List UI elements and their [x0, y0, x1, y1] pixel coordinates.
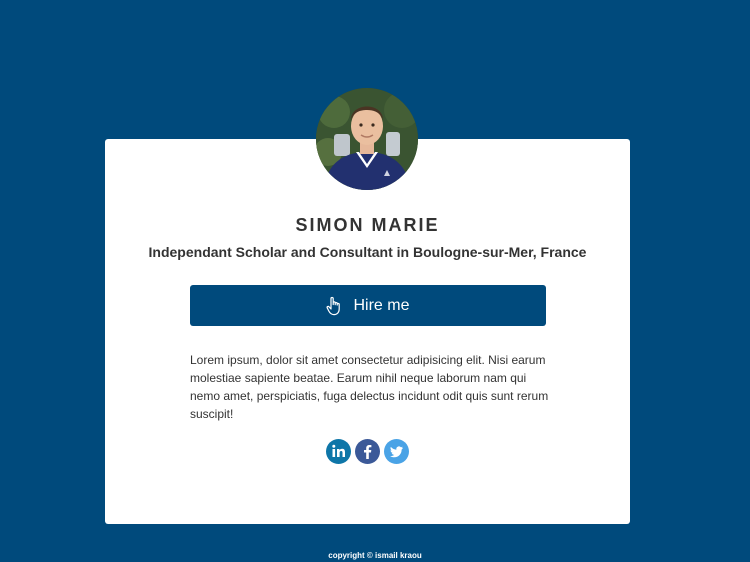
twitter-link[interactable]: [384, 439, 409, 464]
footer-copyright: copyright © ismail kraou: [328, 551, 422, 560]
profile-name: SIMON MARIE: [295, 215, 440, 235]
bio-text: Lorem ipsum, dolor sit amet consectetur …: [190, 353, 549, 421]
social-links: [105, 439, 630, 464]
profile-photo: [316, 88, 418, 190]
profile-title: Independant Scholar and Consultant in Bo…: [148, 244, 587, 260]
hand-pointer-icon: [326, 296, 342, 316]
linkedin-link[interactable]: [326, 439, 351, 464]
avatar: [316, 88, 418, 190]
hire-me-button[interactable]: Hire me: [190, 285, 546, 326]
linkedin-icon: [326, 439, 351, 464]
hire-me-label: Hire me: [353, 296, 410, 314]
profile-card: SIMON MARIE Independant Scholar and Cons…: [105, 139, 630, 524]
facebook-icon: [355, 439, 380, 464]
twitter-icon: [384, 439, 409, 464]
facebook-link[interactable]: [355, 439, 380, 464]
